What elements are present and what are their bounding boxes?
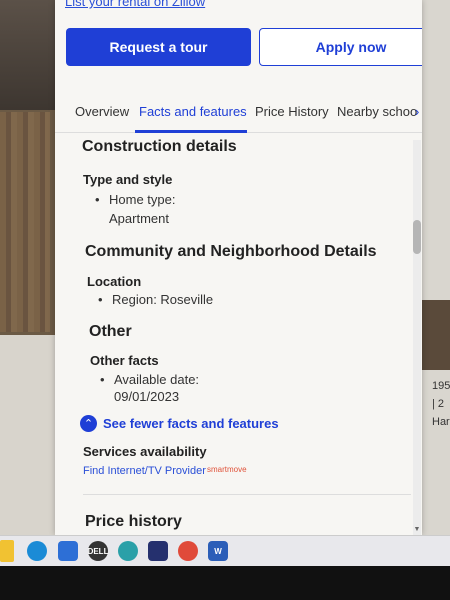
apply-now-button[interactable]: Apply now (259, 28, 422, 66)
vertical-scrollbar[interactable]: ▼ (413, 140, 421, 535)
store-icon[interactable] (58, 541, 78, 561)
tab-facts-and-features[interactable]: Facts and features (139, 104, 247, 119)
listing-address-snippet: Har (432, 416, 450, 428)
region-value: Region: Roseville (98, 292, 213, 307)
construction-heading: Construction details (82, 138, 237, 155)
location-label: Location (87, 274, 142, 289)
chevron-right-icon[interactable]: › (415, 104, 419, 119)
other-heading: Other (89, 323, 132, 340)
chevron-up-icon: ⌃ (80, 415, 97, 432)
available-date-label: Available date: (100, 372, 199, 387)
smartmove-logo: smartmove (207, 465, 247, 474)
available-date-value: 09/01/2023 (114, 389, 180, 404)
see-fewer-toggle[interactable]: ⌃ See fewer facts and features (80, 415, 279, 432)
listing-photo[interactable] (420, 300, 450, 370)
word-icon[interactable]: W (208, 541, 228, 561)
find-provider-link[interactable]: Find Internet/TV Provider (83, 465, 206, 477)
other-facts-label: Other facts (90, 353, 159, 368)
background-bottom-image (0, 335, 62, 535)
scrollbar-thumb[interactable] (413, 220, 421, 254)
list-rental-link[interactable]: List your rental on Zillow (65, 0, 205, 9)
active-tab-indicator (135, 130, 247, 133)
listing-detail-snippet: | 2 (432, 398, 445, 410)
see-fewer-label: See fewer facts and features (103, 416, 279, 431)
tab-overview[interactable]: Overview (75, 104, 129, 119)
home-type-label: Home type: (95, 192, 176, 207)
chrome-icon[interactable] (178, 541, 198, 561)
tab-price-history[interactable]: Price History (255, 104, 329, 119)
background-wood-image (0, 112, 50, 332)
section-divider (83, 494, 411, 495)
community-heading: Community and Neighborhood Details (85, 243, 377, 260)
app-icon[interactable] (118, 541, 138, 561)
edge-icon[interactable] (27, 541, 47, 561)
home-type-value: Apartment (109, 211, 169, 226)
monitor-bezel (0, 566, 450, 600)
file-explorer-icon[interactable] (0, 540, 14, 562)
price-history-heading: Price history (85, 513, 182, 530)
background-right-listing: 195 | 2 Har (420, 0, 450, 535)
listing-detail-panel: List your rental on Zillow Request a tou… (55, 0, 422, 535)
tab-nearby-schools[interactable]: Nearby schoo (337, 104, 417, 119)
dell-icon[interactable]: DELL (88, 541, 108, 561)
scroll-down-arrow-icon[interactable]: ▼ (413, 526, 421, 533)
background-left-photo (0, 0, 62, 535)
services-heading: Services availability (83, 444, 207, 459)
windows-taskbar: DELL W (0, 535, 450, 566)
type-style-label: Type and style (83, 172, 173, 187)
background-top-image (0, 0, 62, 110)
section-tabs: Overview Facts and features Price Histor… (55, 96, 422, 133)
request-tour-button[interactable]: Request a tour (66, 28, 251, 66)
dell-support-icon[interactable] (148, 541, 168, 561)
listing-price-snippet: 195 (432, 380, 450, 392)
